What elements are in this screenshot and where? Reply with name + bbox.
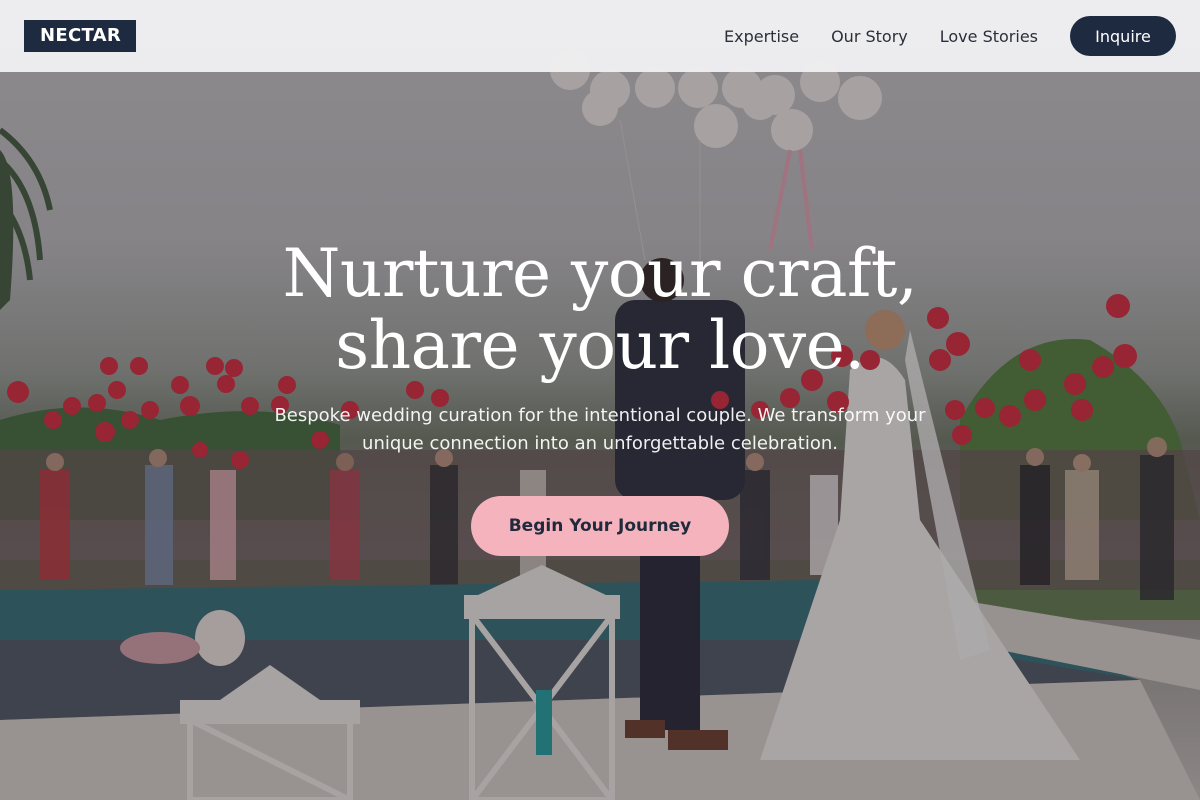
nav-link-our-story[interactable]: Our Story bbox=[831, 27, 908, 46]
hero-headline: Nurture your craft, share your love. bbox=[0, 238, 1200, 382]
begin-journey-button[interactable]: Begin Your Journey bbox=[471, 496, 729, 556]
hero-headline-line-1: Nurture your craft, bbox=[282, 235, 918, 312]
top-navbar: NECTAR Expertise Our Story Love Stories … bbox=[0, 0, 1200, 72]
hero-headline-line-2: share your love. bbox=[335, 307, 865, 384]
nav-links: Expertise Our Story Love Stories Inquire bbox=[724, 16, 1176, 56]
brand-logo[interactable]: NECTAR bbox=[24, 20, 137, 52]
hero-content: Nurture your craft, share your love. Bes… bbox=[0, 238, 1200, 556]
inquire-button[interactable]: Inquire bbox=[1070, 16, 1176, 56]
hero-subheadline: Bespoke wedding curation for the intenti… bbox=[274, 405, 926, 454]
nav-link-love-stories[interactable]: Love Stories bbox=[940, 27, 1038, 46]
nav-link-expertise[interactable]: Expertise bbox=[724, 27, 799, 46]
